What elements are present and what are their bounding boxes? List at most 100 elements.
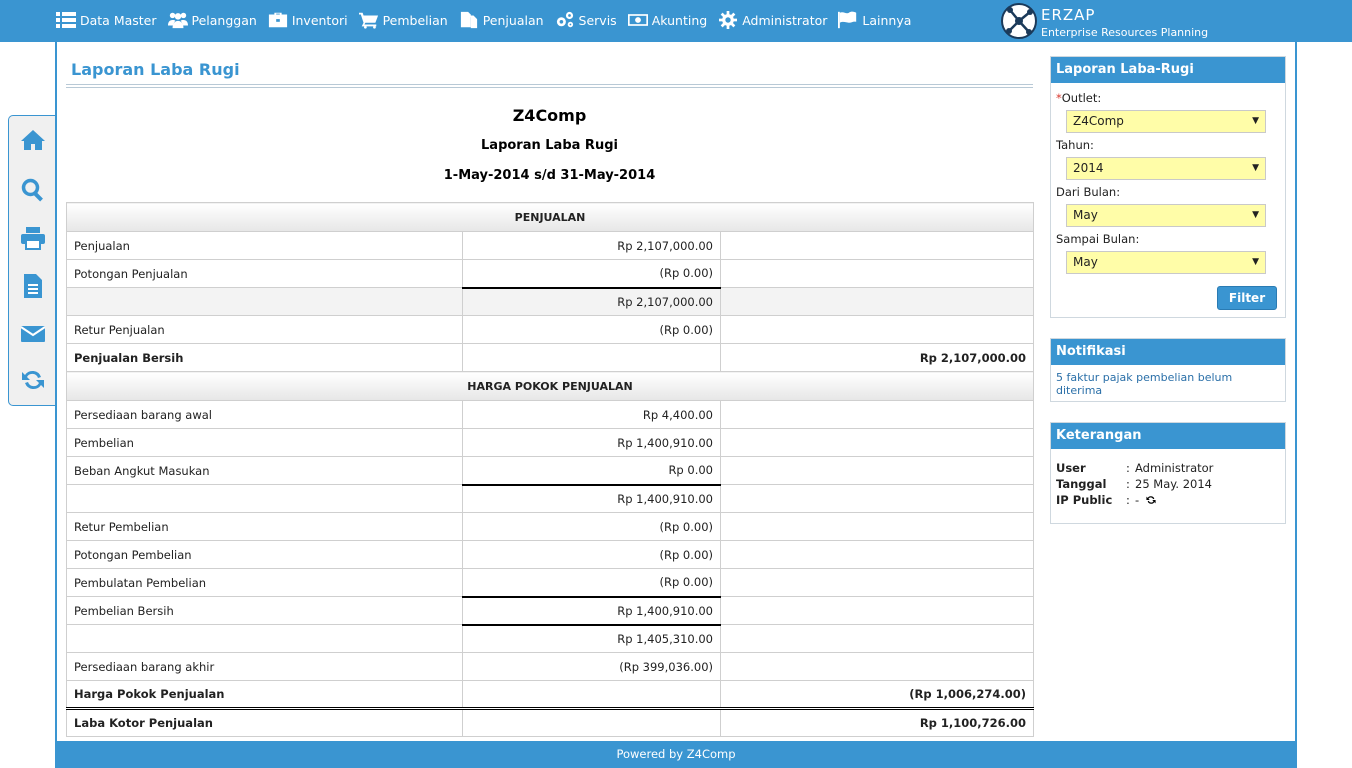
nav-pembelian[interactable]: Pembelian <box>358 11 448 29</box>
filter-button[interactable]: Filter <box>1217 286 1277 310</box>
sidebar-search[interactable] <box>21 178 45 202</box>
chevron-down-icon: ▼ <box>1252 210 1259 220</box>
tahun-select-value: 2014 <box>1073 161 1104 175</box>
sidebar-document[interactable] <box>21 274 45 298</box>
section-title: PENJUALAN <box>65 202 1035 232</box>
report-row: Persediaan barang akhir (Rp 399,036.00) <box>66 652 1035 681</box>
report-row: Retur Pembelian (Rp 0.00) <box>66 512 1035 541</box>
info-ip-value: - <box>1135 493 1156 507</box>
main-menu: Data Master Pelanggan Inventori Pembelia… <box>56 0 922 40</box>
top-navbar: Data Master Pelanggan Inventori Pembelia… <box>0 0 1352 42</box>
nav-akunting-label: Akunting <box>651 12 708 28</box>
dari-bulan-select[interactable]: May ▼ <box>1066 204 1266 227</box>
outlet-label-text: Outlet: <box>1061 91 1102 105</box>
title-divider-2 <box>66 87 1033 88</box>
row-total <box>719 315 1035 344</box>
row-total: Rp 1,100,726.00 <box>719 707 1035 737</box>
mail-icon <box>20 326 46 342</box>
chevron-down-icon: ▼ <box>1252 163 1259 173</box>
row-total <box>719 287 1035 316</box>
row-subtotal: (Rp 0.00) <box>462 259 721 288</box>
info-user-value: Administrator <box>1135 461 1214 475</box>
brand-logo[interactable]: ERZAP Enterprise Resources Planning <box>1000 2 1230 40</box>
footer: Powered by Z4Comp <box>55 741 1297 768</box>
refresh-icon[interactable] <box>1146 495 1156 505</box>
briefcase-icon <box>268 12 287 28</box>
info-date-label: Tanggal <box>1056 477 1107 491</box>
print-icon <box>21 227 45 250</box>
nav-pelanggan[interactable]: Pelanggan <box>167 11 257 29</box>
row-label: Pembulatan Pembelian <box>66 568 463 597</box>
nav-lainnya[interactable]: Lainnya <box>838 11 911 29</box>
row-total <box>719 428 1035 457</box>
users-icon <box>167 12 188 29</box>
row-subtotal <box>462 343 721 372</box>
nav-penjualan[interactable]: Penjualan <box>459 11 544 29</box>
sidebar-home[interactable] <box>21 128 45 152</box>
row-total <box>719 456 1035 485</box>
nav-pelanggan-label: Pelanggan <box>191 12 257 28</box>
info-ip-text: - <box>1135 493 1140 507</box>
outlet-label: *Outlet: <box>1056 91 1101 105</box>
outlet-select[interactable]: Z4Comp ▼ <box>1066 110 1266 133</box>
report-row: Harga Pokok Penjualan (Rp 1,006,274.00) <box>66 680 1035 709</box>
nav-servis[interactable]: Servis <box>555 11 617 29</box>
notification-panel-title: Notifikasi <box>1051 339 1285 365</box>
logo-icon <box>1001 3 1037 39</box>
nav-administrator[interactable]: Administrator <box>718 11 827 29</box>
documents-icon <box>460 11 477 29</box>
report-section-header: HARGA POKOK PENJUALAN <box>65 371 1035 401</box>
row-total: (Rp 1,006,274.00) <box>719 680 1035 709</box>
report-company: Z4Comp <box>512 106 587 125</box>
tahun-select[interactable]: 2014 ▼ <box>1066 157 1266 180</box>
income-statement-body: PENJUALAN Penjualan Rp 2,107,000.00 Potonga… <box>65 202 1035 737</box>
brand-name: ERZAP <box>1041 6 1096 24</box>
list-icon <box>56 12 76 28</box>
sampai-bulan-select[interactable]: May ▼ <box>1066 251 1266 274</box>
row-subtotal: Rp 0.00 <box>462 456 721 485</box>
report-row: Rp 2,107,000.00 <box>66 286 1035 316</box>
row-subtotal: (Rp 0.00) <box>462 568 721 597</box>
filter-panel-title: Laporan Laba-Rugi <box>1051 57 1285 83</box>
row-label: Penjualan Bersih <box>66 343 463 372</box>
row-subtotal: (Rp 0.00) <box>462 315 721 344</box>
nav-inventori-label: Inventori <box>291 12 348 28</box>
row-subtotal: Rp 1,400,910.00 <box>462 595 721 625</box>
row-total <box>719 652 1035 681</box>
row-subtotal: Rp 4,400.00 <box>462 400 721 429</box>
row-total <box>719 624 1035 653</box>
income-statement-table: PENJUALAN Penjualan Rp 2,107,000.00 Potonga… <box>65 202 1035 737</box>
row-label: Harga Pokok Penjualan <box>66 680 463 709</box>
section-title: HARGA POKOK PENJUALAN <box>65 371 1035 401</box>
nav-data-master[interactable]: Data Master <box>56 11 157 29</box>
cart-icon <box>358 12 378 29</box>
report-period: 1-May-2014 s/d 31-May-2014 <box>443 168 656 183</box>
row-subtotal: Rp 2,107,000.00 <box>462 286 721 316</box>
nav-akunting[interactable]: Akunting <box>627 11 708 29</box>
sidebar-mail[interactable] <box>20 322 46 346</box>
report-row: Rp 1,405,310.00 <box>66 623 1035 653</box>
outlet-select-value: Z4Comp <box>1073 114 1124 128</box>
nav-data-master-label: Data Master <box>80 12 157 28</box>
chevron-down-icon: ▼ <box>1252 116 1259 126</box>
report-section-header: PENJUALAN <box>65 202 1035 232</box>
row-subtotal: Rp 1,400,910.00 <box>462 428 721 457</box>
row-subtotal: (Rp 0.00) <box>462 540 721 569</box>
sidebar-print[interactable] <box>21 226 45 250</box>
search-icon <box>21 178 43 202</box>
report-row: Persediaan barang awal Rp 4,400.00 <box>66 400 1035 429</box>
info-panel: Keterangan User : Administrator Tanggal … <box>1050 422 1286 524</box>
chevron-down-icon: ▼ <box>1252 257 1259 267</box>
row-total <box>719 400 1035 429</box>
brand-tagline: Enterprise Resources Planning <box>1041 26 1209 39</box>
dari-bulan-label: Dari Bulan: <box>1056 185 1121 199</box>
sidebar-refresh[interactable] <box>21 368 45 392</box>
nav-inventori[interactable]: Inventori <box>268 11 348 29</box>
filter-panel: Laporan Laba-Rugi *Outlet: Z4Comp ▼ Tahun… <box>1050 56 1286 318</box>
notification-panel: Notifikasi 5 faktur pajak pembelian belu… <box>1050 338 1286 402</box>
file-icon <box>24 274 42 298</box>
row-label: Retur Pembelian <box>66 512 463 541</box>
notification-link[interactable]: 5 faktur pajak pembelian belum diterima <box>1056 371 1276 397</box>
tahun-label: Tahun: <box>1056 138 1094 152</box>
row-label: Laba Kotor Penjualan <box>66 707 463 737</box>
